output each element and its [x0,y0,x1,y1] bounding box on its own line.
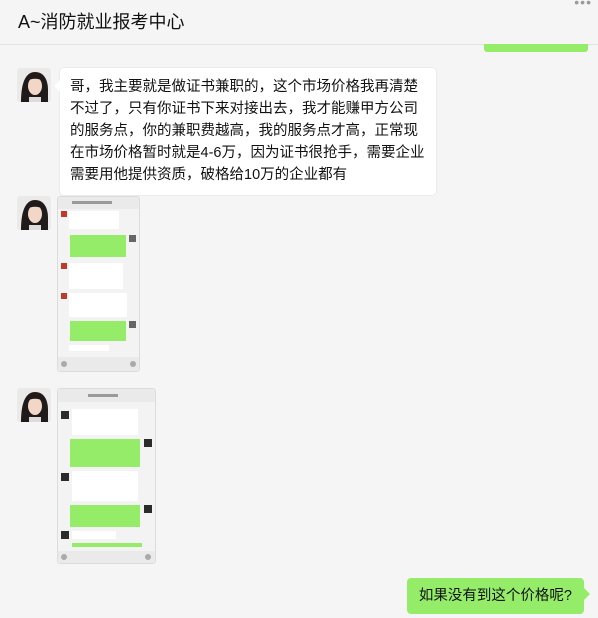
chat-screenshot-image[interactable] [57,196,140,372]
chat-screenshot-icon [58,389,155,563]
message-text-outgoing[interactable]: 如果没有到这个价格呢? [406,578,591,614]
contact-avatar[interactable] [17,196,51,230]
chat-screenshot-icon [58,197,139,371]
more-dots-icon[interactable]: ••• [574,0,592,10]
message-text: 如果没有到这个价格呢? [418,588,572,604]
contact-avatar[interactable] [17,388,51,422]
message-text: 哥，我主要就是做证书兼职的，这个市场价格我再清楚不过了，只有你证书下来对接出去，… [70,79,425,183]
message-text-incoming[interactable]: 哥，我主要就是做证书兼职的，这个市场价格我再清楚不过了，只有你证书下来对接出去，… [54,68,436,195]
previous-sent-bubble-edge [484,44,588,52]
chat-title: A~消防就业报考中心 [18,12,185,32]
chat-header: A~消防就业报考中心 ••• [0,0,598,45]
contact-avatar[interactable] [17,68,51,102]
chat-screenshot-image[interactable] [57,388,156,564]
